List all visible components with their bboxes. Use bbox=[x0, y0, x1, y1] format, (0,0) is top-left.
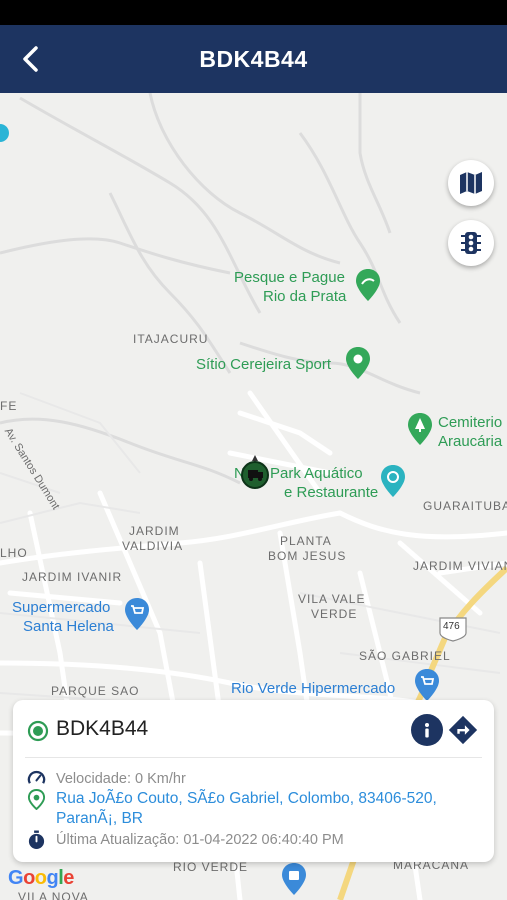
page-title: BDK4B44 bbox=[199, 45, 308, 72]
area-label: BOM JESUS bbox=[268, 549, 347, 563]
info-icon bbox=[425, 723, 429, 738]
location-pin-icon bbox=[27, 789, 46, 810]
card-divider bbox=[25, 757, 482, 758]
area-label: JARDIM VIVIAN bbox=[413, 559, 507, 573]
shopping-cart-pin-icon bbox=[415, 669, 439, 701]
fishing-pin-icon bbox=[356, 269, 380, 301]
status-bar bbox=[0, 0, 507, 25]
stopwatch-icon bbox=[28, 830, 45, 850]
speed-text: Velocidade: 0 Km/hr bbox=[56, 771, 186, 787]
area-label: VILA VALE bbox=[298, 592, 366, 606]
online-status-icon bbox=[27, 720, 49, 742]
app-header: BDK4B44 bbox=[0, 25, 507, 93]
area-label: VALDIVIA bbox=[122, 539, 184, 553]
map-type-button[interactable] bbox=[448, 160, 494, 206]
area-label: JARDIM IVANIR bbox=[22, 570, 123, 584]
area-label: GUARAITUBA bbox=[423, 499, 507, 513]
area-label: LHO bbox=[0, 546, 28, 560]
cemetery-pin-icon bbox=[408, 413, 432, 445]
directions-button[interactable] bbox=[447, 714, 479, 746]
shopping-pin-icon bbox=[282, 863, 306, 895]
updated-row: Última Atualização: 01-04-2022 06:40:40 … bbox=[27, 830, 344, 850]
speedometer-icon bbox=[27, 770, 46, 784]
area-label: RIO VERDE bbox=[173, 860, 249, 874]
poi-pesque-pague[interactable]: Pesque e Pague Rio da Prata bbox=[234, 268, 346, 306]
poi-rio-verde-hipermercado[interactable]: Rio Verde Hipermercado bbox=[231, 679, 395, 698]
shopping-cart-pin-icon bbox=[125, 598, 149, 630]
area-label: FE bbox=[0, 399, 18, 413]
poi-park-aquatico[interactable]: Park Aquático e Restaurante bbox=[270, 464, 378, 502]
area-label: VERDE bbox=[311, 607, 358, 621]
place-pin-icon bbox=[346, 347, 370, 379]
back-button[interactable] bbox=[14, 43, 46, 75]
poi-supermercado[interactable]: Supermercado Santa Helena bbox=[12, 598, 114, 636]
info-button[interactable] bbox=[411, 714, 443, 746]
area-label: ITAJACURU bbox=[133, 332, 209, 346]
last-update-text: Última Atualização: 01-04-2022 06:40:40 … bbox=[56, 832, 344, 848]
area-label: PLANTA bbox=[280, 534, 332, 548]
traffic-toggle-button[interactable] bbox=[448, 220, 494, 266]
poi-sitio-cerejeira[interactable]: Sítio Cerejeira Sport bbox=[196, 355, 331, 374]
area-label: JARDIM bbox=[129, 524, 180, 538]
vehicle-info-card: BDK4B44 Velocidade: 0 Km/hr Rua JoÃ£o Co… bbox=[13, 700, 494, 862]
chevron-left-icon bbox=[23, 46, 38, 72]
park-pin-icon bbox=[381, 465, 405, 497]
traffic-light-icon bbox=[461, 232, 481, 254]
address-link[interactable]: Rua JoÃ£o Couto, SÃ£o Gabriel, Colombo, … bbox=[56, 789, 476, 829]
poi-cemiterio[interactable]: Cemiterio Araucária bbox=[438, 413, 502, 451]
google-attribution-logo: Google bbox=[8, 867, 74, 889]
address-row: Rua JoÃ£o Couto, SÃ£o Gabriel, Colombo, … bbox=[27, 789, 476, 829]
route-shield-label: 476 bbox=[443, 621, 460, 632]
directions-icon bbox=[448, 715, 478, 745]
area-label: VILA NOVA bbox=[18, 890, 89, 900]
vehicle-marker-icon[interactable] bbox=[240, 455, 270, 491]
area-label: PARQUE SAO bbox=[51, 684, 140, 698]
vehicle-plate: BDK4B44 bbox=[56, 717, 149, 740]
area-label: SÃO GABRIEL bbox=[359, 649, 451, 663]
speed-row: Velocidade: 0 Km/hr bbox=[27, 769, 186, 789]
map-icon bbox=[460, 172, 482, 194]
